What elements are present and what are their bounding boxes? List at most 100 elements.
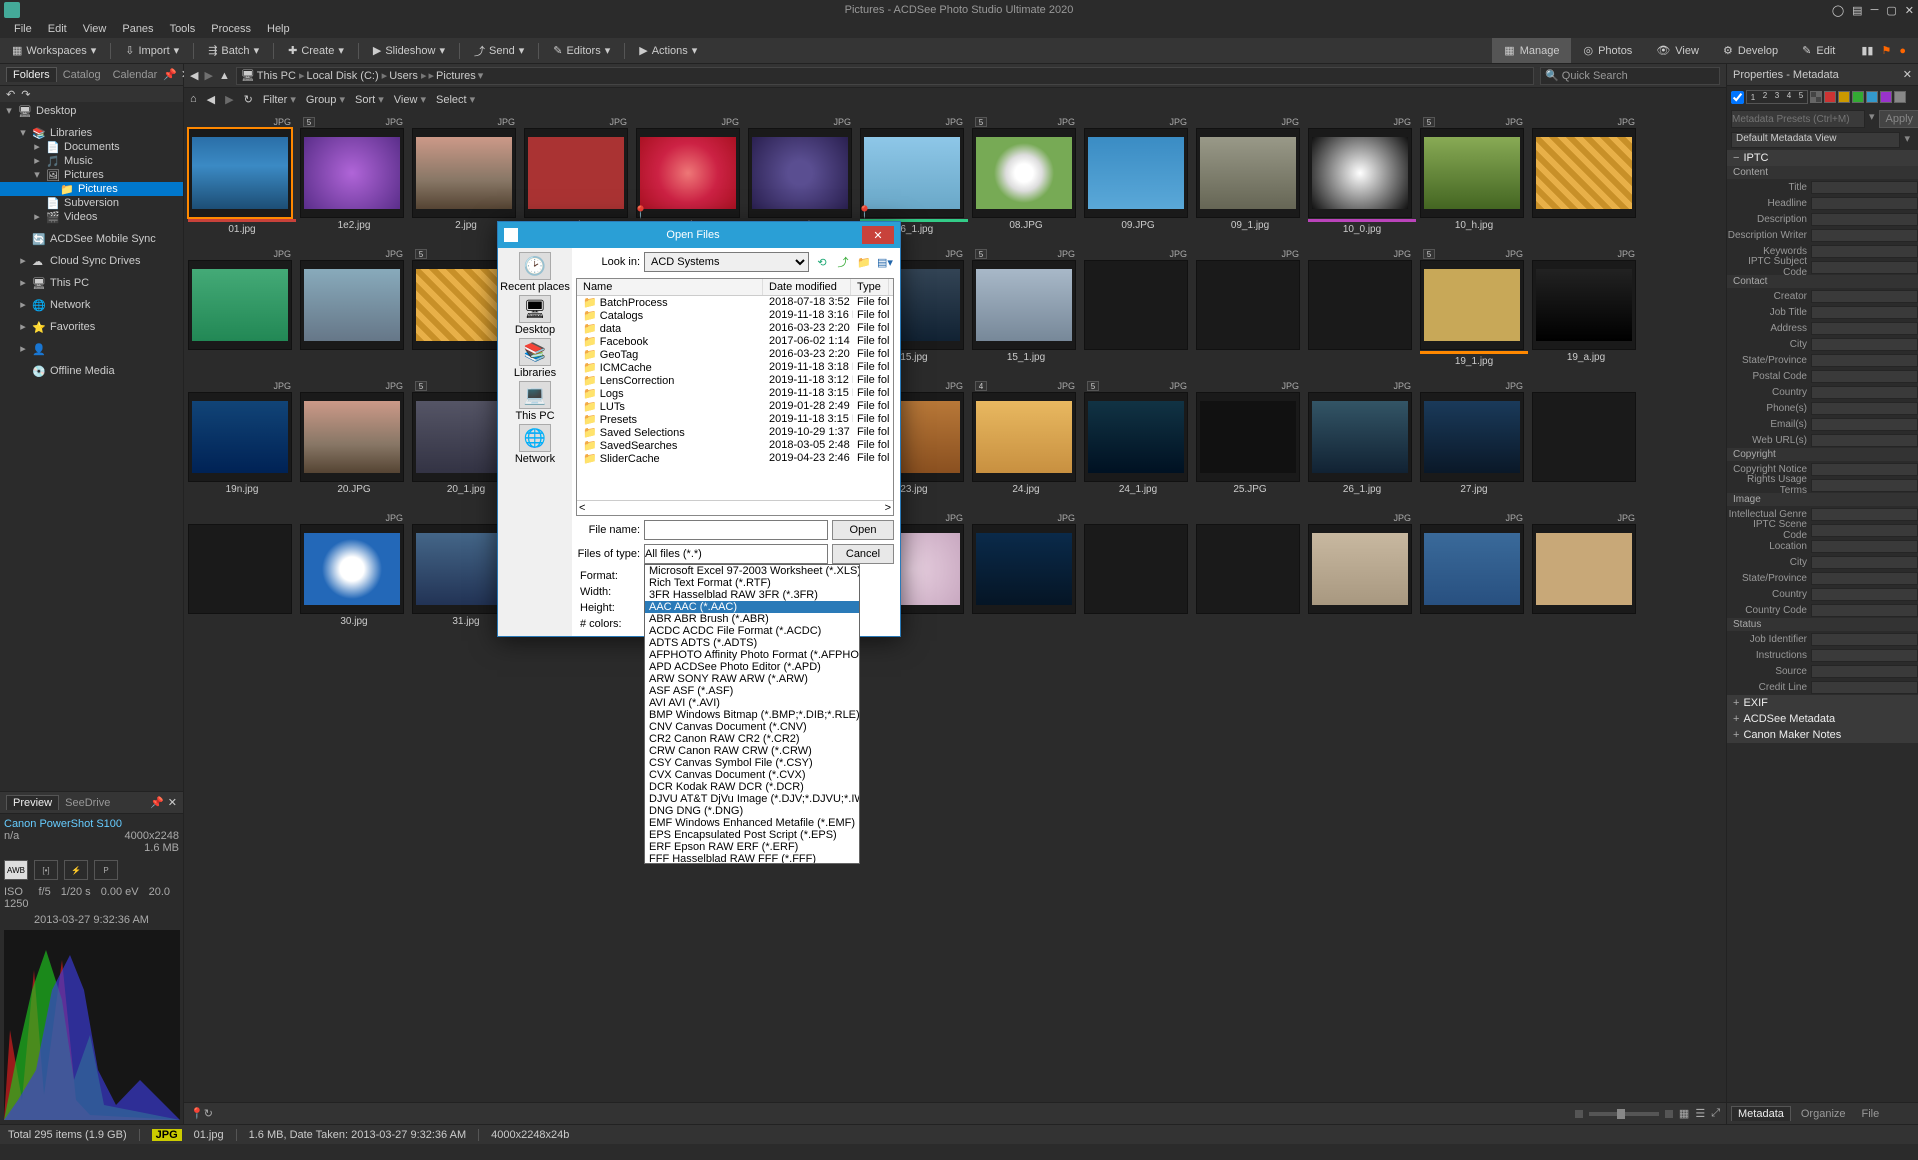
filetype-option[interactable]: ADTS ADTS (*.ADTS) — [645, 637, 859, 649]
filetype-option[interactable]: APD ACDSee Photo Editor (*.APD) — [645, 661, 859, 673]
thumbnail[interactable]: JPG519_1.jpg — [1420, 248, 1528, 378]
home-icon[interactable]: ⌂ — [190, 93, 197, 105]
filetype-combo[interactable] — [644, 544, 828, 564]
thumbnail[interactable]: JPG510_h.jpg — [1420, 116, 1528, 246]
tab-calendar[interactable]: Calendar — [107, 68, 164, 82]
props-input[interactable] — [1811, 604, 1918, 617]
filetype-option[interactable]: DNG DNG (*.DNG) — [645, 805, 859, 817]
props-group-collapsed[interactable]: ACDSee Metadata — [1727, 711, 1918, 727]
thumbnail[interactable]: JPG524_1.jpg — [1084, 380, 1192, 510]
filetype-option[interactable]: ASF ASF (*.ASF) — [645, 685, 859, 697]
filetype-option[interactable]: Rich Text Format (*.RTF) — [645, 577, 859, 589]
thumbnail[interactable]: JPG — [1532, 116, 1640, 246]
import-button[interactable]: ⇩Import▾ — [119, 42, 185, 59]
refresh-icon[interactable]: ↻ — [244, 93, 253, 106]
props-tab-file[interactable]: File — [1856, 1107, 1886, 1121]
mode-manage[interactable]: ▦Manage — [1492, 38, 1571, 63]
file-row[interactable]: 📁 Presets2019-11-18 3:15 PMFile fol — [577, 413, 893, 426]
thumbnail[interactable]: JPG19n.jpg — [188, 380, 296, 510]
thumbnail[interactable]: JPG — [1308, 512, 1416, 642]
place-this-pc[interactable]: 💻This PC — [515, 381, 554, 422]
tree-node[interactable] — [0, 268, 183, 276]
props-input[interactable] — [1811, 229, 1918, 242]
meter-icon[interactable]: [•] — [34, 860, 58, 880]
close-icon[interactable]: ✕ — [1905, 4, 1914, 17]
tree-node[interactable]: ▸👤 — [0, 342, 183, 356]
filetype-option[interactable]: Microsoft Excel 97-2003 Worksheet (*.XLS… — [645, 565, 859, 577]
props-group-collapsed[interactable]: EXIF — [1727, 695, 1918, 711]
thumbnail[interactable]: JPG — [1420, 512, 1528, 642]
tree-node[interactable]: ▸⭐Favorites — [0, 320, 183, 334]
user-icon[interactable]: ◯ — [1832, 4, 1844, 17]
props-input[interactable] — [1811, 479, 1918, 492]
menu-edit[interactable]: Edit — [42, 22, 73, 36]
thumbnail[interactable]: JPG20.JPG — [300, 380, 408, 510]
filter-dropdown[interactable]: Filter — [263, 93, 296, 106]
col-date[interactable]: Date modified — [763, 279, 851, 295]
thumbnail[interactable]: JPG09.JPG — [1084, 116, 1192, 246]
metadata-preset-input[interactable] — [1731, 110, 1865, 128]
slider-dec[interactable] — [1575, 1110, 1583, 1118]
tree-node[interactable]: ▸☁Cloud Sync Drives — [0, 254, 183, 268]
nav2-back[interactable]: ◀ — [207, 93, 215, 106]
thumbnail[interactable]: JPG01.jpg — [188, 116, 296, 246]
green-swatch[interactable] — [1852, 91, 1864, 103]
dialog-titlebar[interactable]: ▣ Open Files ✕ — [498, 222, 900, 248]
file-row[interactable]: 📁 SavedSearches2018-03-05 2:48 PMFile fo… — [577, 439, 893, 452]
actions-button[interactable]: ▶Actions▾ — [633, 42, 703, 59]
tag-checkbox[interactable] — [1731, 91, 1744, 104]
file-row[interactable]: 📁 LUTs2019-01-28 2:49 PMFile fol — [577, 400, 893, 413]
select-dropdown[interactable]: Select — [436, 93, 475, 106]
thumbnail[interactable]: JPG515_1.jpg — [972, 248, 1080, 378]
tree-node[interactable]: ▾🖥Desktop — [0, 104, 183, 118]
filetype-option[interactable]: AAC AAC (*.AAC) — [645, 601, 859, 613]
filetype-option[interactable]: CRW Canon RAW CRW (*.CRW) — [645, 745, 859, 757]
menu-file[interactable]: File — [8, 22, 38, 36]
detail-view-icon[interactable]: ☰ — [1695, 1107, 1705, 1120]
batch-button[interactable]: ⇶Batch▾ — [202, 42, 265, 59]
lookin-select[interactable]: ACD Systems — [644, 252, 809, 272]
props-input[interactable] — [1811, 261, 1918, 274]
file-row[interactable]: 📁 GeoTag2016-03-23 2:20 PMFile fol — [577, 348, 893, 361]
tree-node[interactable] — [0, 118, 183, 126]
minimize-icon[interactable]: ─ — [1871, 4, 1879, 16]
gray-swatch[interactable] — [1894, 91, 1906, 103]
menu-panes[interactable]: Panes — [116, 22, 159, 36]
slideshow-button[interactable]: ▶Slideshow▾ — [367, 42, 451, 59]
dialog-file-list[interactable]: Name Date modified Type 📁 BatchProcess20… — [576, 278, 894, 516]
menu-process[interactable]: Process — [205, 22, 257, 36]
file-row[interactable]: 📁 Logs2019-11-18 3:15 PMFile fol — [577, 387, 893, 400]
db-icon[interactable]: ▤ — [1852, 4, 1862, 17]
tree-node[interactable] — [0, 356, 183, 364]
props-input[interactable] — [1811, 649, 1918, 662]
dialog-close-button[interactable]: ✕ — [862, 226, 894, 244]
thumbnail[interactable]: JPG — [972, 512, 1080, 642]
file-row[interactable]: 📁 SliderCache2019-04-23 2:46 PMFile fol — [577, 452, 893, 465]
props-group[interactable]: IPTC — [1727, 150, 1918, 166]
filetype-option[interactable]: ERF Epson RAW ERF (*.ERF) — [645, 841, 859, 853]
props-input[interactable] — [1811, 290, 1918, 303]
filetype-option[interactable]: ABR ABR Brush (*.ABR) — [645, 613, 859, 625]
sync-icon[interactable]: ↻ — [204, 1107, 213, 1120]
file-row[interactable]: 📁 BatchProcess2018-07-18 3:52 PMFile fol — [577, 296, 893, 309]
filetype-option[interactable]: BMP Windows Bitmap (*.BMP;*.DIB;*.RLE) — [645, 709, 859, 721]
editors-button[interactable]: ✎Editors▾ — [547, 42, 616, 59]
x365-icon[interactable]: ⚑ — [1881, 44, 1891, 57]
nav-forward[interactable]: ▶ — [204, 69, 212, 82]
tab-folders[interactable]: Folders — [6, 67, 57, 82]
filetype-option[interactable]: CSY Canvas Symbol File (*.CSY) — [645, 757, 859, 769]
thumbnail[interactable]: JPG — [300, 248, 408, 378]
props-input[interactable] — [1811, 540, 1918, 553]
locate-icon[interactable]: 📍 — [190, 1107, 204, 1120]
props-input[interactable] — [1811, 181, 1918, 194]
preview-close-icon[interactable]: ✕ — [168, 796, 177, 809]
props-input[interactable] — [1811, 354, 1918, 367]
grid-view-icon[interactable]: ▦ — [1679, 1107, 1689, 1120]
thumbnail[interactable]: JPG508.JPG — [972, 116, 1080, 246]
mode-view[interactable]: 👁View — [1644, 38, 1711, 63]
thumbnail[interactable]: JPG30.jpg — [300, 512, 408, 642]
col-name[interactable]: Name — [577, 279, 763, 295]
props-input[interactable] — [1811, 572, 1918, 585]
filetype-option[interactable]: 3FR Hasselblad RAW 3FR (*.3FR) — [645, 589, 859, 601]
thumbnail-grid[interactable]: JPG01.jpgJPG51e2.jpgJPG2.jpgJPG04.jpgJPG… — [184, 110, 1726, 1102]
